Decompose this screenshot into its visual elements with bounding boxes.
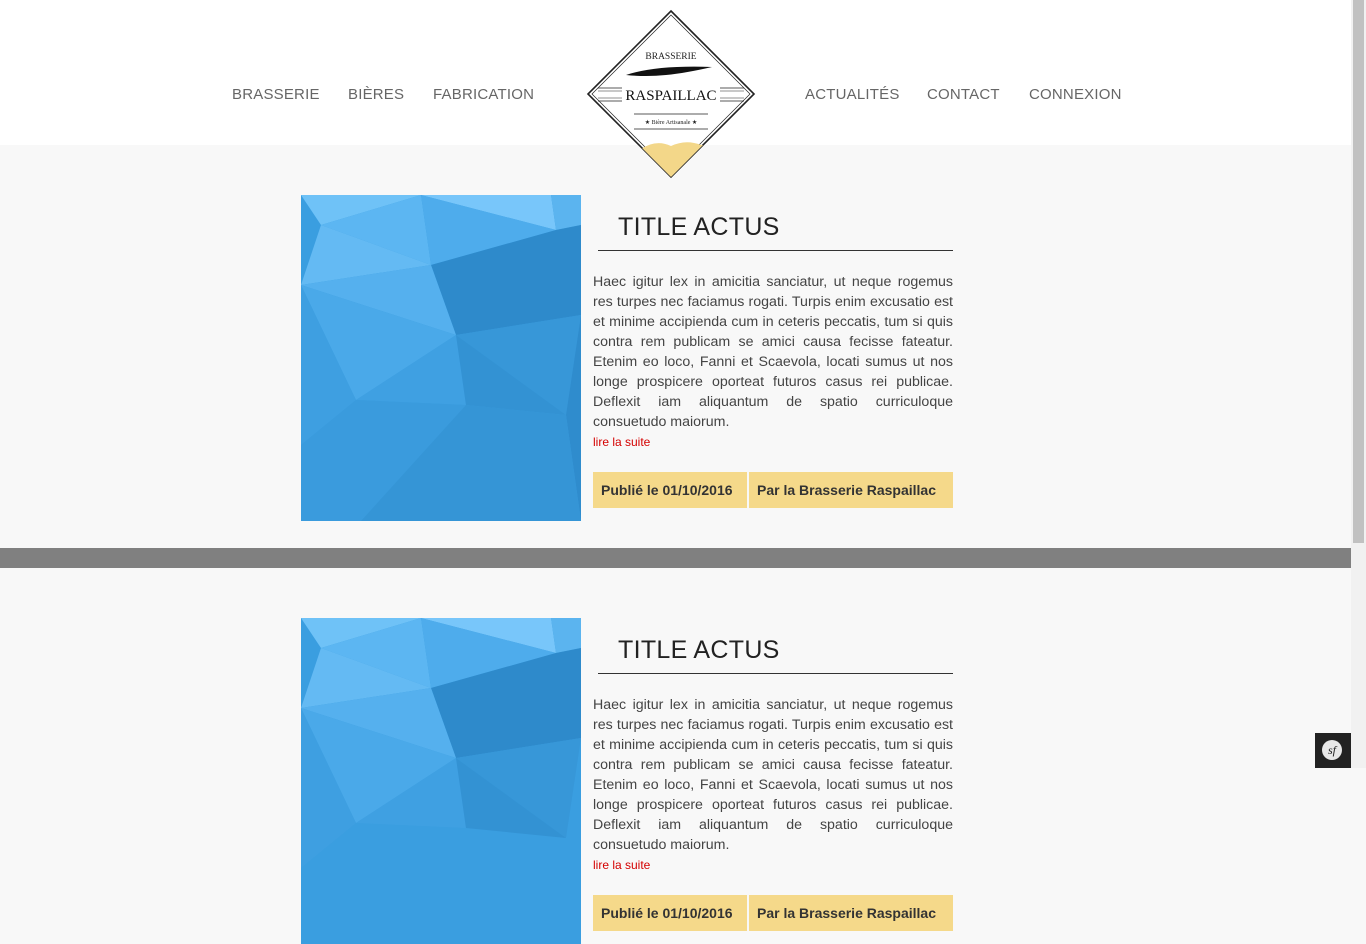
svg-text:BRASSERIE: BRASSERIE [645,52,696,62]
publish-date-badge: Publié le 01/10/2016 [593,895,747,931]
nav-brasserie[interactable]: BRASSERIE [232,86,320,103]
logo-emblem: BRASSERIE RASPAILLAC ★ Bière Artisanale … [586,9,756,179]
read-more-link[interactable]: lire la suite [593,858,650,872]
article-title: TITLE ACTUS [618,213,780,241]
svg-text:RASPAILLAC: RASPAILLAC [625,88,716,104]
author-badge: Par la Brasserie Raspaillac [749,472,953,508]
nav-fabrication[interactable]: FABRICATION [433,86,534,103]
nav-bieres[interactable]: BIÈRES [348,86,404,103]
article-excerpt: Haec igitur lex in amicitia sanciatur, u… [593,697,953,853]
symfony-icon: sf [1322,740,1342,760]
debug-toolbar-toggle[interactable]: sf [1315,733,1351,768]
title-divider [598,250,953,251]
article-title: TITLE ACTUS [618,636,780,664]
read-more-link[interactable]: lire la suite [593,435,650,449]
article-image[interactable] [301,195,581,521]
nav-connexion[interactable]: CONNEXION [1029,86,1122,103]
title-divider [598,673,953,674]
article-excerpt: Haec igitur lex in amicitia sanciatur, u… [593,274,953,430]
svg-text:★ Bière Artisanale ★: ★ Bière Artisanale ★ [645,119,698,126]
scrollbar-thumb[interactable] [1353,0,1364,543]
nav-contact[interactable]: CONTACT [927,86,1000,103]
author-badge: Par la Brasserie Raspaillac [749,895,953,931]
page-scrollbar[interactable] [1351,0,1366,768]
article-separator [0,548,1351,568]
article-image[interactable] [301,618,581,944]
nav-actualites[interactable]: ACTUALITÉS [805,86,900,103]
publish-date-badge: Publié le 01/10/2016 [593,472,747,508]
brand-logo[interactable]: BRASSERIE RASPAILLAC ★ Bière Artisanale … [586,9,756,179]
